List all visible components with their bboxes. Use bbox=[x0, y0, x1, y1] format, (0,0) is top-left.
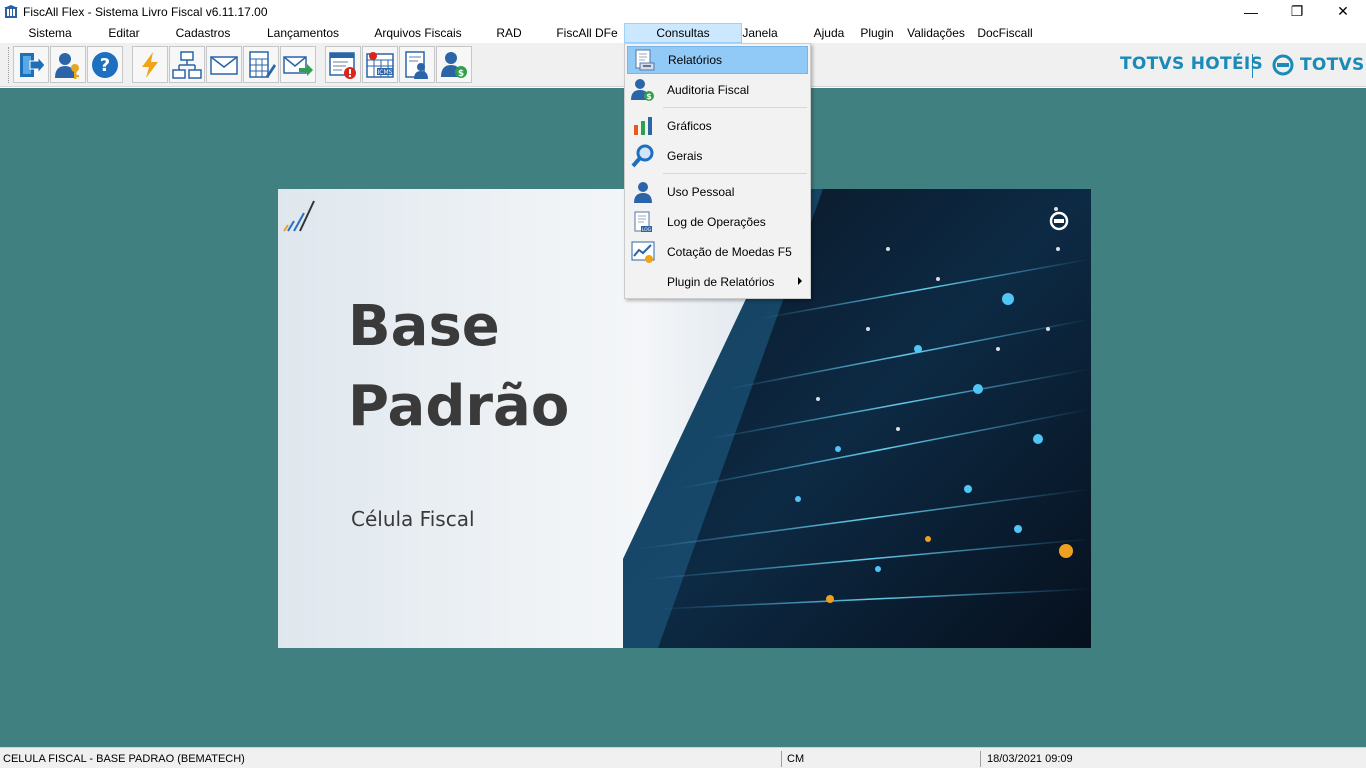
menu-consultas[interactable]: Consultas bbox=[624, 23, 742, 43]
menu-item-label: Gráficos bbox=[667, 119, 712, 133]
splash-title-line1: Base bbox=[348, 294, 500, 359]
currency-chart-icon bbox=[629, 238, 657, 266]
exit-icon bbox=[16, 50, 46, 80]
menu-bar: Sistema Editar Cadastros Lançamentos Arq… bbox=[0, 23, 1366, 43]
status-company: CELULA FISCAL - BASE PADRAO (BEMATECH) bbox=[3, 753, 245, 765]
splash-title: Base Padrão bbox=[348, 287, 569, 447]
menu-lancamentos[interactable]: Lançamentos bbox=[258, 23, 348, 43]
svg-text:LOG: LOG bbox=[642, 227, 652, 233]
app-icon bbox=[3, 4, 19, 20]
status-bar: CELULA FISCAL - BASE PADRAO (BEMATECH) C… bbox=[0, 747, 1366, 768]
brand-totvs-hoteis: TOTVS HOTÉIS bbox=[1120, 54, 1264, 74]
svg-text:$: $ bbox=[646, 92, 652, 101]
alert-window-icon bbox=[328, 50, 358, 80]
menu-item-uso-pessoal[interactable]: Uso Pessoal bbox=[627, 178, 808, 206]
menu-rad[interactable]: RAD bbox=[488, 23, 530, 43]
status-divider bbox=[781, 751, 782, 767]
brand-separator bbox=[1252, 54, 1253, 78]
menu-item-gerais[interactable]: Gerais bbox=[627, 142, 808, 170]
menu-arquivos-fiscais[interactable]: Arquivos Fiscais bbox=[368, 23, 468, 43]
brand-totvs-label: TOTVS bbox=[1300, 55, 1365, 75]
menu-item-label: Auditoria Fiscal bbox=[667, 83, 750, 97]
menu-item-auditoria-fiscal[interactable]: $ Auditoria Fiscal bbox=[627, 76, 808, 104]
help-icon: ? bbox=[90, 50, 120, 80]
menu-plugin[interactable]: Plugin bbox=[854, 23, 900, 43]
calculator-icon bbox=[246, 50, 276, 80]
svg-text:ICMS: ICMS bbox=[378, 69, 393, 76]
menu-sistema[interactable]: Sistema bbox=[20, 23, 80, 43]
title-bar: FiscAll Flex - Sistema Livro Fiscal v6.1… bbox=[0, 0, 1366, 23]
menu-item-plugin-de-relatorios[interactable]: Plugin de Relatórios bbox=[627, 268, 808, 296]
svg-text:?: ? bbox=[100, 55, 110, 76]
menu-separator bbox=[663, 107, 807, 108]
icms-calendar-icon: ICMS bbox=[365, 50, 395, 80]
totvs-logo-icon bbox=[1272, 54, 1294, 76]
mail-icon bbox=[209, 50, 239, 80]
menu-fiscall-dfe[interactable]: FiscAll DFe bbox=[550, 23, 624, 43]
user-money-button[interactable]: $ bbox=[436, 46, 472, 83]
menu-docfiscall[interactable]: DocFiscall bbox=[972, 23, 1038, 43]
network-icon bbox=[172, 50, 202, 80]
menu-validacoes[interactable]: Validações bbox=[902, 23, 970, 43]
log-icon: LOG bbox=[629, 208, 657, 236]
minimize-button[interactable]: — bbox=[1228, 0, 1274, 23]
user-key-button[interactable] bbox=[50, 46, 86, 83]
menu-ajuda[interactable]: Ajuda bbox=[806, 23, 852, 43]
user-money-icon: $ bbox=[439, 50, 469, 80]
menu-item-relatorios[interactable]: Relatórios bbox=[627, 46, 808, 74]
help-button[interactable]: ? bbox=[87, 46, 123, 83]
lightning-button[interactable] bbox=[132, 46, 168, 83]
report-icon bbox=[630, 46, 658, 74]
chart-icon bbox=[629, 112, 657, 140]
restore-button[interactable]: ❐ bbox=[1274, 0, 1320, 23]
user-key-icon bbox=[53, 50, 83, 80]
audit-icon: $ bbox=[629, 76, 657, 104]
splash-title-line2: Padrão bbox=[348, 374, 570, 439]
brand-totvs: TOTVS bbox=[1272, 54, 1365, 76]
status-datetime: 18/03/2021 09:09 bbox=[987, 753, 1073, 765]
mail-send-button[interactable] bbox=[280, 46, 316, 83]
menu-separator bbox=[663, 173, 807, 174]
menu-item-label: Uso Pessoal bbox=[667, 185, 735, 199]
mail-button[interactable] bbox=[206, 46, 242, 83]
status-mode: CM bbox=[787, 753, 805, 765]
menu-editar[interactable]: Editar bbox=[100, 23, 148, 43]
mail-send-icon bbox=[283, 50, 313, 80]
menu-item-label: Gerais bbox=[667, 149, 703, 163]
splash-subtitle: Célula Fiscal bbox=[351, 507, 475, 531]
magnifier-icon bbox=[629, 142, 657, 170]
menu-item-graficos[interactable]: Gráficos bbox=[627, 112, 808, 140]
person-icon bbox=[629, 178, 657, 206]
menu-item-label: Cotação de Moedas F5 bbox=[667, 245, 792, 259]
consultas-dropdown: Relatórios $ Auditoria Fiscal Gráficos G… bbox=[624, 43, 811, 299]
close-button[interactable]: ✕ bbox=[1320, 0, 1366, 23]
submenu-arrow-icon bbox=[798, 277, 802, 285]
menu-item-label: Log de Operações bbox=[667, 215, 766, 229]
toolbar-grip[interactable] bbox=[8, 47, 11, 83]
lightning-icon bbox=[135, 50, 165, 80]
exit-button[interactable] bbox=[13, 46, 49, 83]
window-title: FiscAll Flex - Sistema Livro Fiscal v6.1… bbox=[23, 4, 268, 19]
alert-window-button[interactable] bbox=[325, 46, 361, 83]
menu-item-label: Plugin de Relatórios bbox=[667, 275, 775, 289]
user-report-icon bbox=[402, 50, 432, 80]
menu-item-cotacao-de-moedas[interactable]: Cotação de Moedas F5 bbox=[627, 238, 808, 266]
menu-janela[interactable]: Janela bbox=[736, 23, 784, 43]
user-report-button[interactable] bbox=[399, 46, 435, 83]
calculator-button[interactable] bbox=[243, 46, 279, 83]
menu-item-log-de-operacoes[interactable]: LOG Log de Operações bbox=[627, 208, 808, 236]
svg-text:$: $ bbox=[458, 69, 464, 79]
status-divider bbox=[980, 751, 981, 767]
menu-cadastros[interactable]: Cadastros bbox=[168, 23, 238, 43]
icms-calendar-button[interactable]: ICMS bbox=[362, 46, 398, 83]
menu-item-label: Relatórios bbox=[668, 53, 723, 67]
network-button[interactable] bbox=[169, 46, 205, 83]
